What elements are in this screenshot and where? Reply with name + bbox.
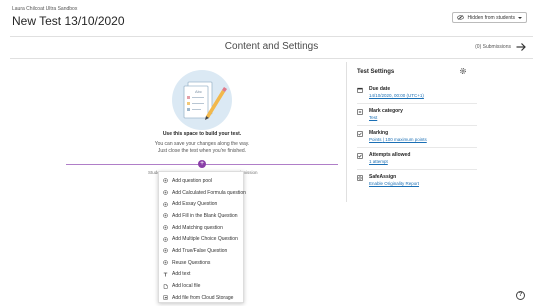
attempts-link[interactable]: 1 attempt — [369, 159, 388, 164]
svg-text:Abc: Abc — [195, 89, 202, 94]
section-title: Content and Settings — [224, 41, 319, 52]
checkbox-icon — [357, 153, 363, 159]
header-divider — [10, 36, 533, 37]
menu-item-label: Reuse Questions — [172, 259, 211, 266]
menu-item-add-fill-in-blank[interactable]: Add Fill in the Blank Question — [159, 210, 243, 222]
menu-item-label: Add question pool — [172, 177, 213, 184]
marking-max-link[interactable]: 100 maximum points — [385, 137, 427, 142]
menu-item-add-local-file[interactable]: Add local file — [159, 280, 243, 292]
visibility-dropdown[interactable]: Hidden from students — [452, 12, 527, 23]
marking-separator: | — [382, 137, 384, 142]
calendar-icon — [357, 87, 363, 93]
page-title: New Test 13/10/2020 — [12, 14, 125, 28]
add-content-menu: Add question pool Add Calculated Formula… — [158, 171, 246, 304]
marking-points-link[interactable]: Points — [369, 137, 382, 142]
empty-state-description: You can save your changes along the way.… — [102, 141, 302, 155]
menu-item-label: Add Essay Question — [172, 201, 218, 208]
gear-icon[interactable] — [459, 67, 467, 75]
safeassign-link[interactable]: Enable Originality Report — [369, 181, 419, 186]
file-icon — [163, 283, 168, 289]
menu-item-add-multiple-choice[interactable]: Add Multiple Choice Question — [159, 233, 243, 245]
menu-item-add-true-false[interactable]: Add True/False Question — [159, 245, 243, 257]
empty-state-line-2: Just close the test when you're finished… — [157, 148, 247, 154]
menu-item-label: Add Calculated Formula question — [172, 189, 246, 196]
menu-item-label: Add Matching question — [172, 224, 223, 231]
menu-item-label: Add True/False Question — [172, 247, 228, 254]
settings-heading: Test Settings — [357, 69, 395, 75]
arrow-right-icon[interactable] — [515, 41, 527, 53]
add-circle-icon — [163, 260, 168, 265]
add-circle-icon — [163, 248, 168, 254]
settings-separator — [357, 103, 477, 104]
test-builder-page: Laura Chilcoat Ultra Sandbox New Test 13… — [0, 0, 543, 306]
add-circle-icon — [163, 190, 168, 195]
empty-state-heading: Use this space to build your test. — [162, 131, 242, 137]
mark-category-label: Mark category — [369, 108, 403, 114]
text-icon — [163, 272, 168, 277]
gradebook-icon — [357, 109, 363, 115]
menu-item-label: Add Fill in the Blank Question — [172, 212, 238, 219]
attempts-label: Attempts allowed — [369, 152, 411, 158]
menu-item-add-matching[interactable]: Add Matching question — [159, 222, 243, 234]
menu-item-add-cloud-file[interactable]: Add file from Cloud Storage — [159, 292, 243, 304]
safeassign-label: SafeAssign — [369, 174, 397, 180]
menu-item-add-essay[interactable]: Add Essay Question — [159, 198, 243, 210]
menu-item-add-text[interactable]: Add text — [159, 269, 243, 281]
submissions-link[interactable]: (0) Submissions — [475, 44, 511, 50]
empty-state-line-1: You can save your changes along the way. — [154, 141, 250, 147]
settings-separator — [357, 147, 477, 148]
add-circle-icon — [163, 178, 168, 184]
help-icon[interactable]: ? — [516, 291, 525, 300]
add-circle-icon — [163, 237, 168, 242]
settings-panel-divider — [346, 62, 347, 202]
menu-item-add-question-pool[interactable]: Add question pool — [159, 175, 243, 187]
menu-item-label: Add local file — [172, 283, 201, 290]
eye-slash-icon — [457, 15, 465, 20]
section-divider — [10, 58, 533, 59]
cloud-icon — [163, 295, 168, 300]
add-content-plus-icon[interactable]: + — [198, 160, 206, 168]
marking-label: Marking — [369, 130, 389, 136]
settings-separator — [357, 169, 477, 170]
chevron-down-icon — [518, 16, 522, 19]
mark-category-link[interactable]: Test — [369, 115, 377, 120]
empty-state-illustration: Abc — [172, 70, 232, 130]
menu-item-label: Add text — [172, 271, 191, 278]
menu-item-reuse-questions[interactable]: Reuse Questions — [159, 257, 243, 269]
due-date-link[interactable]: 14/10/2020, 00:00 (UTC+1) — [369, 93, 424, 98]
menu-item-label: Add Multiple Choice Question — [172, 236, 238, 243]
add-circle-icon — [163, 213, 168, 219]
course-breadcrumb[interactable]: Laura Chilcoat Ultra Sandbox — [12, 6, 77, 12]
menu-item-add-calculated-formula[interactable]: Add Calculated Formula question — [159, 187, 246, 199]
menu-item-label: Add file from Cloud Storage — [172, 294, 234, 301]
add-circle-icon — [163, 225, 168, 230]
settings-separator — [357, 125, 477, 126]
marking-icon — [357, 131, 363, 137]
marking-value: Points | 100 maximum points — [369, 137, 427, 142]
due-date-label: Due date — [369, 86, 391, 92]
safeassign-icon — [357, 175, 363, 181]
visibility-label: Hidden from students — [467, 14, 515, 21]
add-circle-icon — [163, 201, 168, 207]
